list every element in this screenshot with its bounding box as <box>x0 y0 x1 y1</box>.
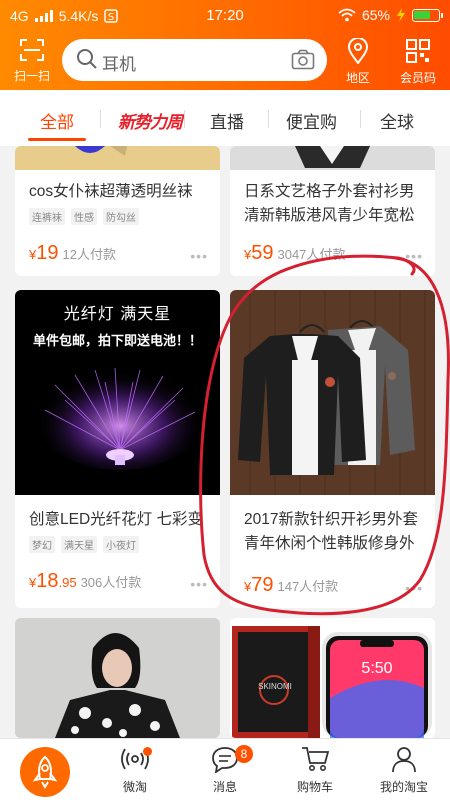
product-tags: 连裤袜 性感 防勾丝 <box>29 208 139 225</box>
tab-all[interactable]: 全部 <box>40 108 74 133</box>
charging-icon <box>397 8 405 22</box>
scan-label: 扫一扫 <box>13 69 50 83</box>
product-tag: 防勾丝 <box>103 208 139 225</box>
more-icon[interactable]: ••• <box>190 248 208 264</box>
product-title-line2: 清新韩版港风青少年宽松 <box>244 207 415 224</box>
status-bar: 4G 5.4K/s S 17:20 65% <box>0 0 450 30</box>
product-image <box>15 146 220 170</box>
scan-button[interactable]: 扫一扫 <box>8 38 56 84</box>
member-code-label: 会员码 <box>399 71 436 85</box>
product-image <box>15 618 220 738</box>
search-placeholder: 耳机 <box>102 55 136 74</box>
tab-divider <box>268 110 269 128</box>
product-card[interactable] <box>15 618 220 738</box>
product-price: ¥18.95 306人付款 <box>29 570 142 592</box>
product-price: ¥59 3047人付款 <box>244 242 346 264</box>
tab-divider <box>184 110 185 128</box>
nav-home-button[interactable] <box>20 747 70 797</box>
product-title: cos女仆袜超薄透明丝袜 <box>29 183 193 200</box>
paid-count: 3047人付款 <box>277 247 346 262</box>
app-header: 4G 5.4K/s S 17:20 65% 扫一扫 耳机 地区 会员码 <box>0 0 450 90</box>
active-tab-indicator <box>28 138 86 141</box>
paid-count: 306人付款 <box>80 575 142 590</box>
nav-weitao[interactable]: 微淘 <box>105 745 165 795</box>
product-title-line2: 青年休闲个性韩版修身外 <box>244 535 415 552</box>
product-tag: 梦幻 <box>29 536 55 553</box>
tab-divider <box>100 110 101 128</box>
message-count-badge: 8 <box>235 745 253 763</box>
image-subcaption: 单件包邮，拍下即送电池！！ <box>32 333 202 348</box>
tab-new-power-week[interactable]: 新势力周 <box>118 108 183 133</box>
product-price: ¥79 147人付款 <box>244 574 339 596</box>
product-card[interactable]: SKINOMI 5:50 <box>230 618 435 738</box>
image-caption: 光纤灯 满天星 <box>63 306 172 323</box>
product-tag: 性感 <box>71 208 97 225</box>
battery-icon <box>412 8 443 22</box>
member-code-icon <box>406 39 430 63</box>
nav-cart[interactable]: 购物车 <box>285 745 345 795</box>
product-tag: 小夜灯 <box>103 536 139 553</box>
member-code-button[interactable]: 会员码 <box>394 38 442 86</box>
wifi-icon <box>338 8 356 22</box>
more-icon[interactable]: ••• <box>405 580 423 596</box>
rocket-icon <box>32 755 58 789</box>
product-image <box>230 146 435 170</box>
search-icon <box>77 49 97 69</box>
product-card[interactable]: 2017新款针织开衫男外套 青年休闲个性韩版修身外 ¥79 147人付款 ••• <box>230 290 435 608</box>
camera-icon[interactable] <box>291 49 315 71</box>
product-price: ¥19 12人付款 <box>29 242 116 264</box>
product-image: SKINOMI 5:50 <box>230 618 435 738</box>
more-icon[interactable]: ••• <box>190 576 208 592</box>
nav-label: 购物车 <box>296 780 333 794</box>
nav-label: 微淘 <box>122 780 147 794</box>
product-card[interactable]: 光纤灯 满天星 单件包邮，拍下即送电池！！ 创意LED光纤花灯 七彩变 梦幻 满… <box>15 290 220 608</box>
bottom-navigation: 微淘 8 消息 购物车 我的淘宝 <box>0 738 450 800</box>
nav-my-taobao[interactable]: 我的淘宝 <box>372 745 436 795</box>
product-tag: 连裤袜 <box>29 208 65 225</box>
phone-clock: 5:50 <box>361 660 393 677</box>
user-icon <box>392 747 416 773</box>
location-pin-icon <box>347 37 369 65</box>
category-tabs: 全部 新势力周 直播 便宜购 全球 <box>0 90 450 146</box>
nav-messages[interactable]: 8 消息 <box>195 745 255 795</box>
product-image: 光纤灯 满天星 单件包邮，拍下即送电池！！ <box>15 290 220 495</box>
tab-global[interactable]: 全球 <box>380 108 414 133</box>
product-title-line1: 日系文艺格子外套衬衫男 <box>244 183 415 200</box>
product-card[interactable]: 日系文艺格子外套衬衫男 清新韩版港风青少年宽松 ¥59 3047人付款 ••• <box>230 146 435 276</box>
paid-count: 147人付款 <box>277 579 339 594</box>
tab-divider <box>360 110 361 128</box>
location-button[interactable]: 地区 <box>338 37 378 86</box>
new-dot-badge <box>143 747 152 756</box>
cart-icon <box>302 747 330 771</box>
nav-label: 消息 <box>212 780 237 794</box>
product-tags: 梦幻 满天星 小夜灯 <box>29 536 139 553</box>
paid-count: 12人付款 <box>62 247 116 262</box>
product-tag: 满天星 <box>61 536 97 553</box>
product-card[interactable]: cos女仆袜超薄透明丝袜 连裤袜 性感 防勾丝 ¥19 12人付款 ••• <box>15 146 220 276</box>
scan-icon <box>20 39 44 61</box>
product-title-line1: 2017新款针织开衫男外套 <box>244 511 418 528</box>
tab-live[interactable]: 直播 <box>210 108 244 133</box>
tab-cheap-buy[interactable]: 便宜购 <box>286 108 337 133</box>
product-image <box>230 290 435 495</box>
search-input[interactable]: 耳机 <box>62 39 327 81</box>
location-label: 地区 <box>345 71 370 85</box>
box-brand: SKINOMI <box>258 682 292 691</box>
more-icon[interactable]: ••• <box>405 248 423 264</box>
nav-label: 我的淘宝 <box>379 780 428 794</box>
product-title: 创意LED光纤花灯 七彩变 <box>29 511 203 528</box>
battery-percent: 65% <box>361 7 390 23</box>
